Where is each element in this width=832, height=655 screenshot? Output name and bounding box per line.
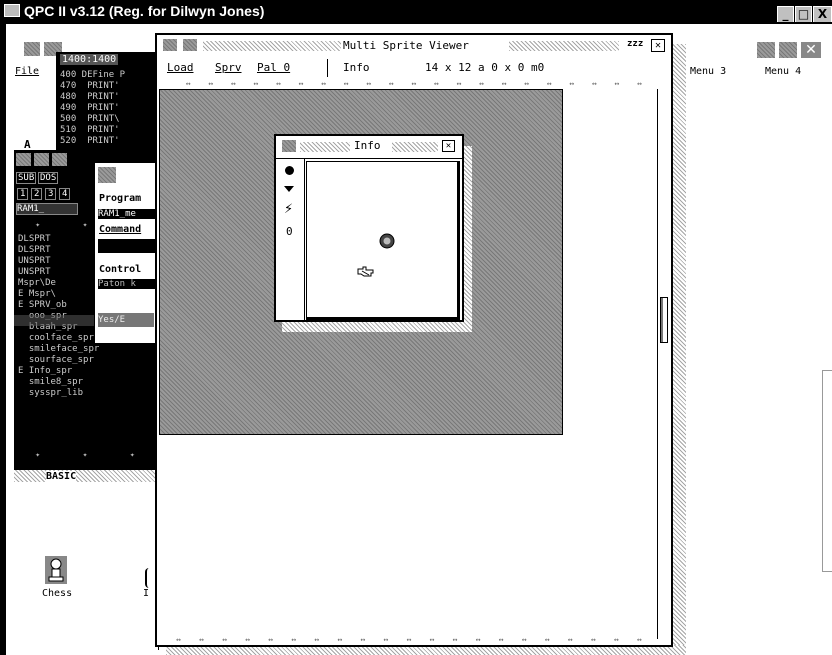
editor-line-label: 1400:1400 — [60, 54, 119, 65]
info-close-icon: ✕ — [445, 141, 452, 151]
bg-close-icon[interactable]: ✕ — [801, 42, 821, 58]
viewer-close-button[interactable]: ✕ — [651, 39, 665, 52]
num-1[interactable]: 1 — [17, 188, 29, 200]
viewer-shadow-right — [672, 44, 686, 655]
editor-line[interactable]: 470 PRINT' — [60, 81, 125, 92]
info-preview[interactable] — [306, 161, 460, 320]
editor-line[interactable]: 510 PRINT' — [60, 125, 125, 136]
editor-line[interactable]: 400 DEFine P — [60, 70, 125, 81]
dialog-control-label: Control — [99, 264, 142, 275]
sprite-dimensions: 14 x 12 a 0 x 0 m0 — [425, 61, 545, 74]
pointer-hand-icon — [357, 266, 374, 277]
job-list-item[interactable]: sysspr_lib — [18, 388, 156, 399]
menu-load[interactable]: Load — [167, 61, 194, 74]
viewer-scroll-thumb[interactable] — [660, 297, 668, 343]
jobs-footer: BASIC — [46, 471, 77, 482]
editor-menu-file[interactable]: File — [15, 66, 39, 77]
editor-line[interactable]: 490 PRINT' — [60, 103, 125, 114]
editor-line[interactable]: 500 PRINT\ — [60, 114, 125, 125]
num-4[interactable]: 4 — [59, 188, 71, 200]
jobs-footer-bar — [14, 470, 156, 482]
editor-line[interactable]: 520 PRINT' — [60, 136, 125, 147]
menu-sprv[interactable]: Sprv — [215, 61, 242, 74]
job-list-item[interactable]: sourface_spr — [18, 355, 156, 366]
minimize-button[interactable]: _ — [777, 6, 794, 23]
info-title: Info — [354, 139, 381, 152]
sprite-ball-icon — [379, 233, 395, 249]
viewer-title: Multi Sprite Viewer — [343, 39, 469, 52]
editor-window: File 1400:1400 400 DEFine P 470 PRINT' 480… — [14, 40, 160, 151]
num-3[interactable]: 3 — [45, 188, 57, 200]
viewer-sleep-icon[interactable]: zzz — [627, 39, 643, 49]
viewer-close-icon: ✕ — [654, 40, 662, 51]
viewer-title-stripes-right — [509, 41, 619, 51]
job-list-item[interactable]: smile8_spr — [18, 377, 156, 388]
jobs-button-3[interactable] — [52, 153, 67, 166]
job-list-item[interactable]: smileface_spr — [18, 344, 156, 355]
dialog-command-label: Command — [99, 224, 142, 235]
close-icon: X — [817, 7, 828, 21]
viewer-title-bar[interactable]: Multi Sprite Viewer zzz ✕ — [157, 35, 671, 57]
maximize-icon: □ — [797, 7, 810, 21]
second-icon-label: I — [143, 588, 150, 599]
minimize-icon: _ — [782, 7, 789, 21]
info-globe-icon[interactable] — [285, 166, 294, 175]
dialog-program-value[interactable]: RAM1_me — [98, 209, 156, 219]
sprite-viewer-window: Multi Sprite Viewer zzz ✕ Load Sprv Pal … — [155, 33, 673, 647]
info-close-button[interactable]: ✕ — [442, 140, 455, 152]
dialog-yes-button[interactable]: Yes/E — [98, 313, 154, 327]
menu-info[interactable]: Info — [343, 61, 370, 74]
qpc-frame-left — [0, 22, 6, 655]
jobs-arrows-bottom: ✦ ✦ ✦ — [35, 450, 135, 459]
qpc-app-icon — [4, 4, 20, 17]
editor-icon-1[interactable] — [24, 42, 40, 56]
info-window: Info ✕ ⚡ 0 — [274, 134, 464, 322]
chess-label: Chess — [42, 588, 73, 599]
bg-right-panel — [822, 370, 832, 572]
tab-sub[interactable]: SUB — [16, 172, 37, 184]
info-title-stripes-left — [300, 142, 350, 152]
editor-listing: 1400:1400 400 DEFine P 470 PRINT' 480 PRIN… — [56, 52, 160, 150]
bg-button-2[interactable] — [779, 42, 797, 58]
dialog-icon — [98, 167, 116, 183]
dialog-program-label: Program — [99, 193, 142, 204]
info-zero: 0 — [286, 225, 293, 238]
viewer-scrollbar[interactable] — [657, 89, 670, 639]
menu-divider — [327, 59, 328, 77]
bg-button-1[interactable] — [757, 42, 775, 58]
editor-line[interactable]: 480 PRINT' — [60, 92, 125, 103]
qpc-title: QPC II v3.12 (Reg. for Dilwyn Jones) — [24, 3, 265, 19]
editor-lines: 400 DEFine P 470 PRINT' 480 PRINT' 490 PRIN… — [60, 70, 125, 147]
dialog-command-field[interactable] — [98, 239, 156, 253]
tab-dos[interactable]: DOS — [38, 172, 59, 184]
ram-label[interactable]: RAM1_ — [16, 203, 78, 215]
job-list-item[interactable]: E Info_spr — [18, 366, 156, 377]
viewer-arrows-bottom: ↔ ↔ ↔ ↔ ↔ ↔ ↔ ↔ ↔ ↔ ↔ ↔ ↔ ↔ ↔ ↔ ↔ ↔ ↔ ↔ ↔ — [176, 635, 642, 644]
viewer-arrows-top: ↔ ↔ ↔ ↔ ↔ ↔ ↔ ↔ ↔ ↔ ↔ ↔ ↔ ↔ ↔ ↔ ↔ ↔ ↔ ↔ ↔ — [185, 79, 642, 88]
bg-menu-3[interactable]: Menu 3 — [690, 66, 726, 77]
viewer-resize-icon[interactable] — [183, 39, 197, 51]
program-dialog: Program RAM1_me Command Control Paton k … — [94, 162, 158, 344]
maximize-button[interactable]: □ — [795, 6, 812, 23]
info-title-stripes-right — [392, 142, 438, 152]
info-move-icon[interactable] — [282, 140, 296, 152]
num-2[interactable]: 2 — [31, 188, 43, 200]
viewer-menu-bar: Load Sprv Pal 0 Info 14 x 12 a 0 x 0 m0 — [157, 59, 671, 77]
bg-menu-4[interactable]: Menu 4 — [765, 66, 801, 77]
viewer-move-icon[interactable] — [163, 39, 177, 51]
info-arrow-down-icon[interactable] — [284, 186, 294, 192]
info-sidebar: ⚡ 0 — [276, 159, 305, 320]
dialog-control-value[interactable]: Paton k — [98, 279, 156, 289]
info-lightning-icon[interactable]: ⚡ — [284, 203, 293, 216]
jobs-button-1[interactable] — [16, 153, 31, 166]
jobs-button-2[interactable] — [34, 153, 49, 166]
close-button[interactable]: X — [813, 6, 832, 23]
menu-pal[interactable]: Pal 0 — [257, 61, 290, 74]
viewer-title-stripes-left — [203, 41, 341, 51]
chess-icon[interactable] — [44, 555, 68, 585]
